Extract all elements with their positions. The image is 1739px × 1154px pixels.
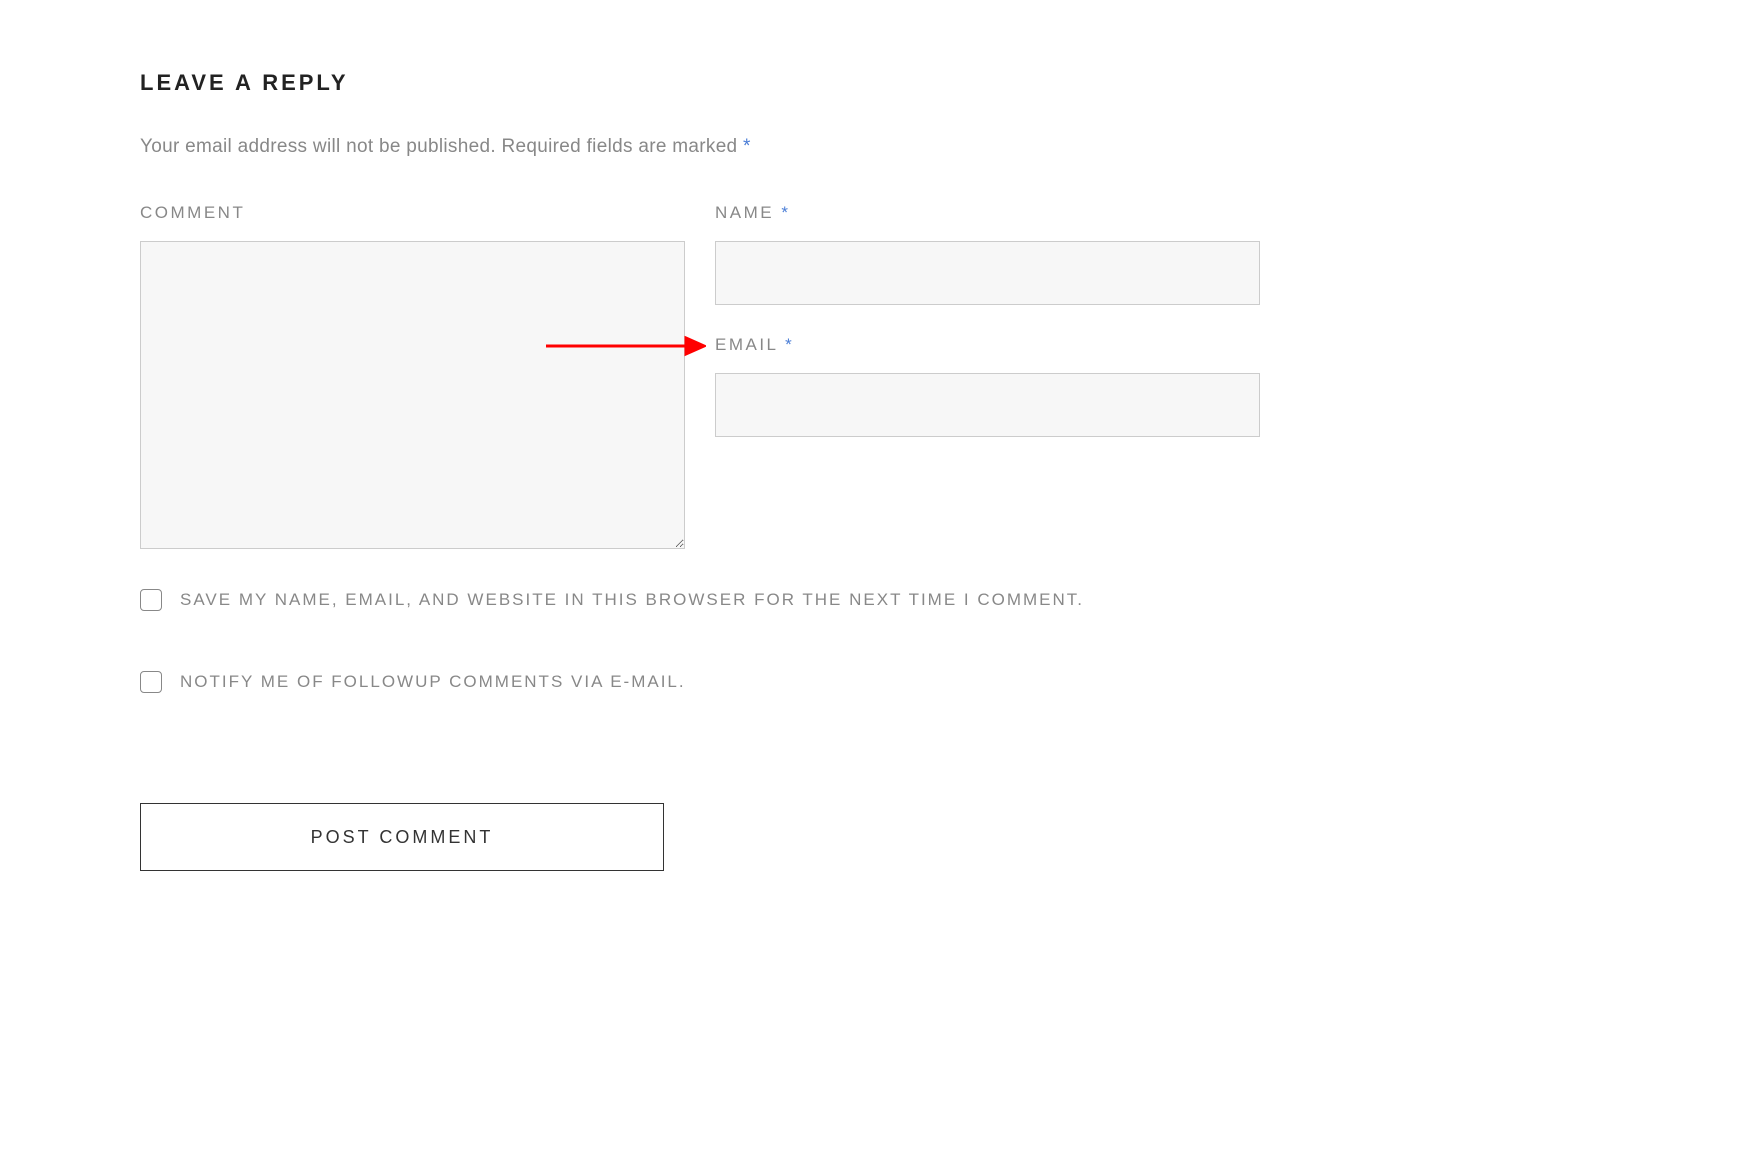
comment-form: LEAVE A REPLY Your email address will no…	[140, 70, 1260, 871]
email-label-text: EMAIL	[715, 335, 785, 354]
notify-label[interactable]: NOTIFY ME OF FOLLOWUP COMMENTS VIA E-MAI…	[180, 672, 686, 692]
name-input[interactable]	[715, 241, 1260, 305]
save-info-checkbox[interactable]	[140, 589, 162, 611]
comment-textarea[interactable]	[140, 241, 685, 549]
comment-field-group: COMMENT	[140, 203, 685, 554]
save-info-row: SAVE MY NAME, EMAIL, AND WEBSITE IN THIS…	[140, 589, 1260, 611]
save-info-label[interactable]: SAVE MY NAME, EMAIL, AND WEBSITE IN THIS…	[180, 590, 1084, 610]
email-field-group: EMAIL *	[715, 335, 1260, 437]
required-mark-icon: *	[785, 335, 794, 354]
email-input[interactable]	[715, 373, 1260, 437]
email-label: EMAIL *	[715, 335, 1260, 355]
post-comment-button[interactable]: POST COMMENT	[140, 803, 664, 871]
notice-text-2: Required fields are marked	[502, 136, 744, 157]
required-mark-icon: *	[781, 203, 790, 222]
notice-text-1: Your email address will not be published…	[140, 136, 496, 157]
name-label-text: NAME	[715, 203, 781, 222]
name-label: NAME *	[715, 203, 1260, 223]
fields-wrapper: COMMENT NAME * EMAIL *	[140, 203, 1260, 554]
required-mark-icon: *	[743, 136, 751, 157]
right-column: NAME * EMAIL *	[715, 203, 1260, 554]
notify-checkbox[interactable]	[140, 671, 162, 693]
form-heading: LEAVE A REPLY	[140, 70, 1260, 96]
notify-row: NOTIFY ME OF FOLLOWUP COMMENTS VIA E-MAI…	[140, 671, 1260, 693]
name-field-group: NAME *	[715, 203, 1260, 305]
form-notice: Your email address will not be published…	[140, 136, 1260, 158]
comment-label: COMMENT	[140, 203, 685, 223]
